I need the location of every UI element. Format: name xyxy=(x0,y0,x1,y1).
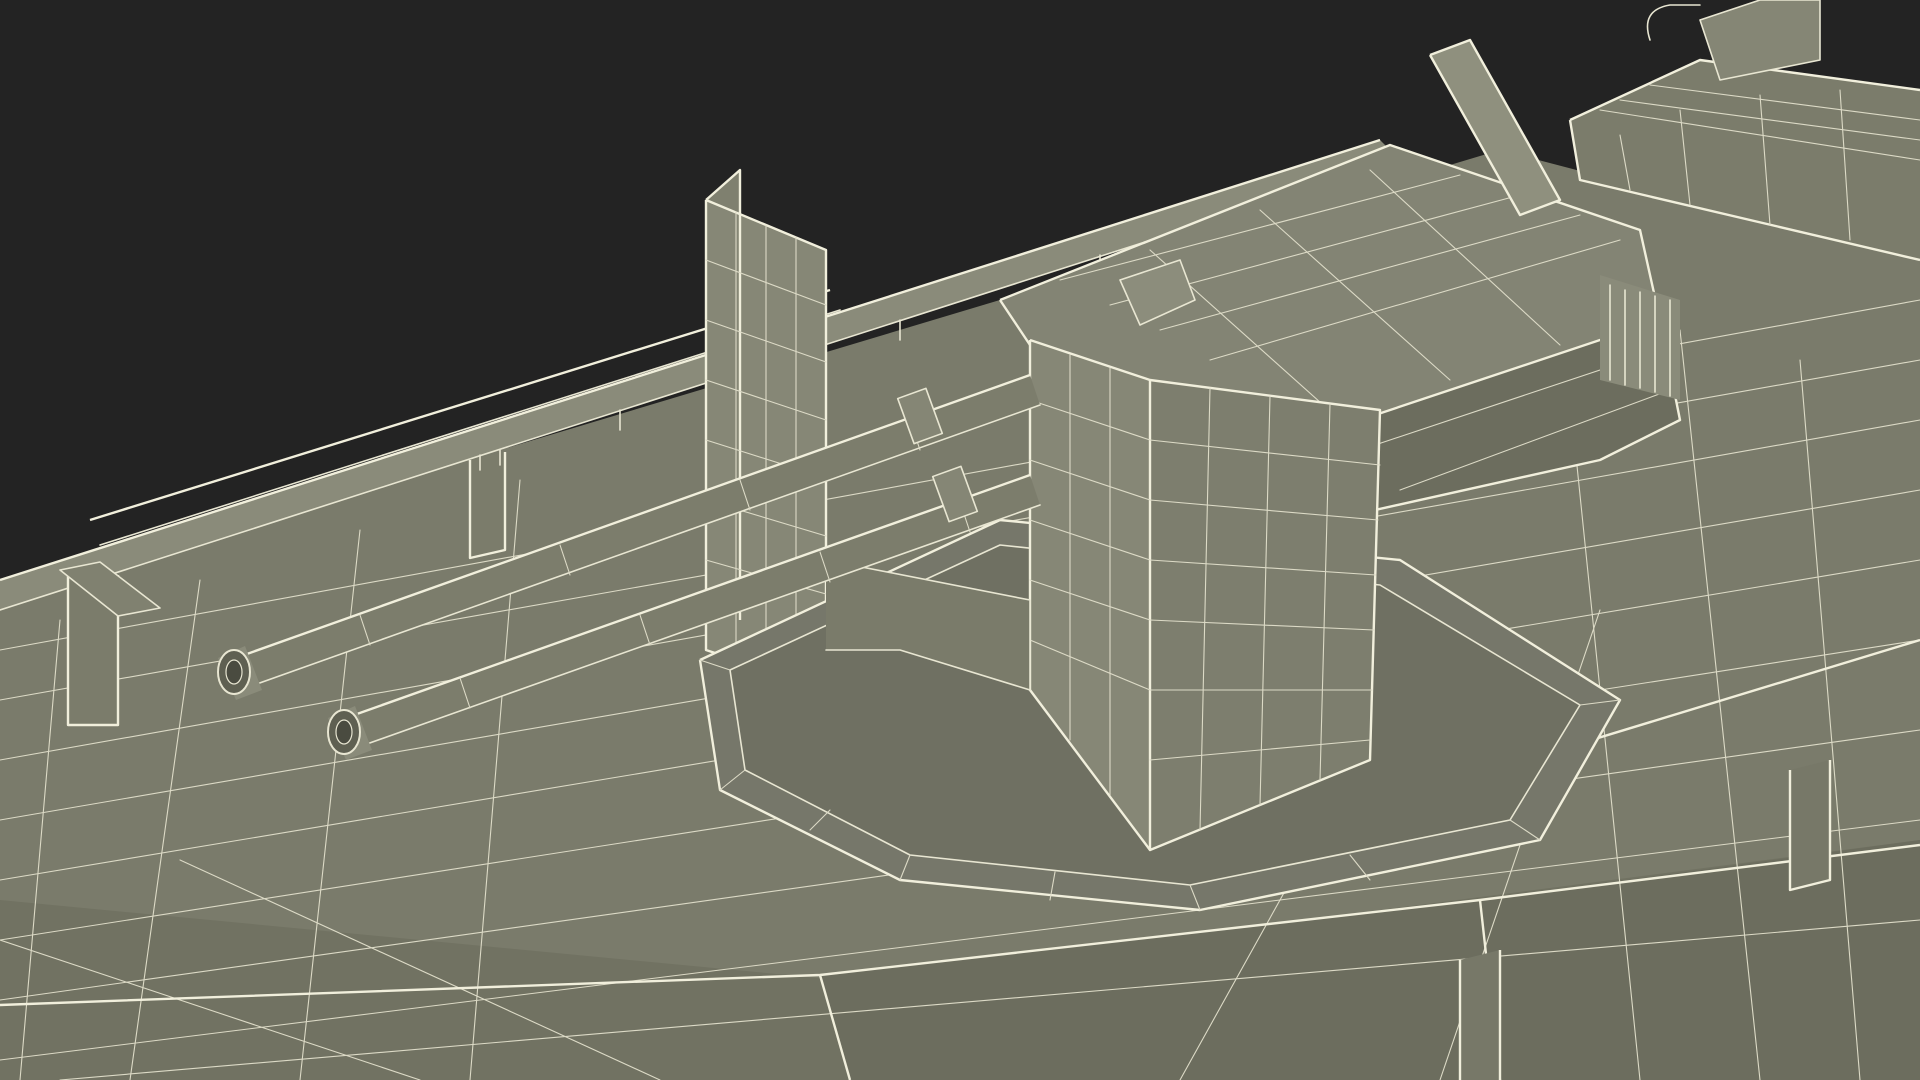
wireframe-render xyxy=(0,0,1920,1080)
render-viewport xyxy=(0,0,1920,1080)
